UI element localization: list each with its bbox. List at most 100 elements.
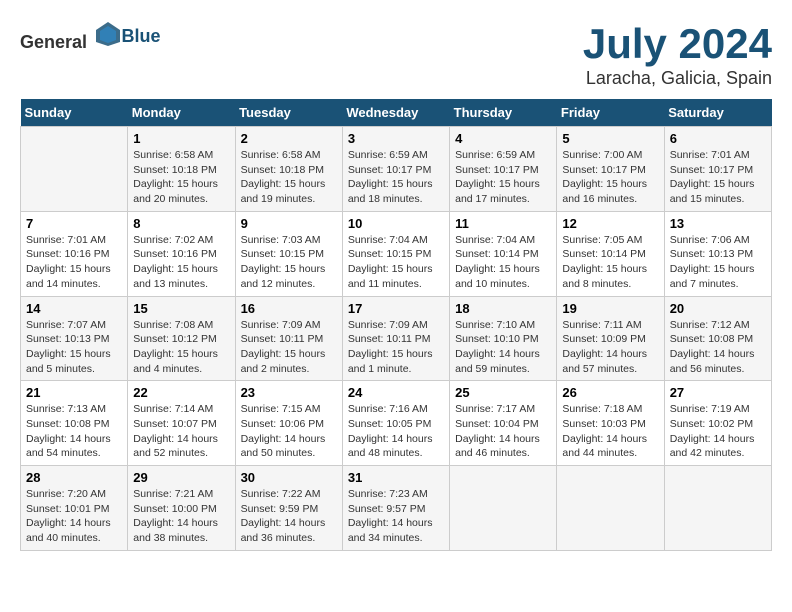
day-info: Sunrise: 7:13 AMSunset: 10:08 PMDaylight… <box>26 402 122 461</box>
day-info: Sunrise: 6:59 AMSunset: 10:17 PMDaylight… <box>455 148 551 207</box>
day-info: Sunrise: 7:23 AMSunset: 9:57 PMDaylight:… <box>348 487 444 546</box>
day-number: 7 <box>26 216 122 231</box>
calendar-cell <box>664 466 771 551</box>
main-title: July 2024 <box>583 20 772 68</box>
day-info: Sunrise: 7:22 AMSunset: 9:59 PMDaylight:… <box>241 487 337 546</box>
logo-general: General <box>20 32 87 52</box>
calendar-cell: 19 Sunrise: 7:11 AMSunset: 10:09 PMDaylig… <box>557 296 664 381</box>
day-info: Sunrise: 7:17 AMSunset: 10:04 PMDaylight… <box>455 402 551 461</box>
day-number: 25 <box>455 385 551 400</box>
day-number: 3 <box>348 131 444 146</box>
subtitle: Laracha, Galicia, Spain <box>583 68 772 89</box>
day-number: 22 <box>133 385 229 400</box>
calendar-cell: 27Sunrise: 7:19 AMSunset: 10:02 PMDaylig… <box>664 381 771 466</box>
calendar-cell: 9 Sunrise: 7:03 AMSunset: 10:15 PMDayligh… <box>235 211 342 296</box>
day-number: 13 <box>670 216 766 231</box>
calendar-cell: 28 Sunrise: 7:20 AMSunset: 10:01 PMDaylig… <box>21 466 128 551</box>
week-row-4: 21 Sunrise: 7:13 AMSunset: 10:08 PMDaylig… <box>21 381 772 466</box>
logo-blue: Blue <box>122 26 161 46</box>
day-info: Sunrise: 7:00 AMSunset: 10:17 PMDaylight… <box>562 148 658 207</box>
day-header-sunday: Sunday <box>21 99 128 127</box>
day-number: 29 <box>133 470 229 485</box>
day-info: Sunrise: 6:58 AMSunset: 10:18 PMDaylight… <box>133 148 229 207</box>
calendar-cell: 26 Sunrise: 7:18 AMSunset: 10:03 PMDaylig… <box>557 381 664 466</box>
day-info: Sunrise: 7:09 AMSunset: 10:11 PMDaylight… <box>241 318 337 377</box>
header: General Blue July 2024 Laracha, Galicia,… <box>20 20 772 89</box>
day-number: 15 <box>133 301 229 316</box>
calendar-cell: 14 Sunrise: 7:07 AMSunset: 10:13 PMDaylig… <box>21 296 128 381</box>
calendar-cell: 15 Sunrise: 7:08 AMSunset: 10:12 PMDaylig… <box>128 296 235 381</box>
calendar-cell: 4Sunrise: 6:59 AMSunset: 10:17 PMDayligh… <box>450 127 557 212</box>
day-number: 18 <box>455 301 551 316</box>
week-row-5: 28 Sunrise: 7:20 AMSunset: 10:01 PMDaylig… <box>21 466 772 551</box>
day-header-thursday: Thursday <box>450 99 557 127</box>
day-header-friday: Friday <box>557 99 664 127</box>
week-row-1: 1 Sunrise: 6:58 AMSunset: 10:18 PMDayligh… <box>21 127 772 212</box>
calendar-cell: 13 Sunrise: 7:06 AMSunset: 10:13 PMDaylig… <box>664 211 771 296</box>
week-row-2: 7 Sunrise: 7:01 AMSunset: 10:16 PMDayligh… <box>21 211 772 296</box>
day-info: Sunrise: 7:04 AMSunset: 10:15 PMDaylight… <box>348 233 444 292</box>
day-info: Sunrise: 7:20 AMSunset: 10:01 PMDaylight… <box>26 487 122 546</box>
calendar-cell: 11Sunrise: 7:04 AMSunset: 10:14 PMDaylig… <box>450 211 557 296</box>
day-info: Sunrise: 7:02 AMSunset: 10:16 PMDaylight… <box>133 233 229 292</box>
day-number: 2 <box>241 131 337 146</box>
day-info: Sunrise: 7:09 AMSunset: 10:11 PMDaylight… <box>348 318 444 377</box>
day-header-monday: Monday <box>128 99 235 127</box>
day-number: 10 <box>348 216 444 231</box>
calendar-cell: 24 Sunrise: 7:16 AMSunset: 10:05 PMDaylig… <box>342 381 449 466</box>
day-info: Sunrise: 7:18 AMSunset: 10:03 PMDaylight… <box>562 402 658 461</box>
calendar-cell: 1 Sunrise: 6:58 AMSunset: 10:18 PMDayligh… <box>128 127 235 212</box>
day-info: Sunrise: 6:59 AMSunset: 10:17 PMDaylight… <box>348 148 444 207</box>
day-number: 14 <box>26 301 122 316</box>
day-info: Sunrise: 7:07 AMSunset: 10:13 PMDaylight… <box>26 318 122 377</box>
calendar-cell: 29Sunrise: 7:21 AMSunset: 10:00 PMDaylig… <box>128 466 235 551</box>
calendar-cell: 30 Sunrise: 7:22 AMSunset: 9:59 PMDayligh… <box>235 466 342 551</box>
day-info: Sunrise: 7:19 AMSunset: 10:02 PMDaylight… <box>670 402 766 461</box>
calendar-cell: 18Sunrise: 7:10 AMSunset: 10:10 PMDaylig… <box>450 296 557 381</box>
calendar-cell: 6Sunrise: 7:01 AMSunset: 10:17 PMDayligh… <box>664 127 771 212</box>
calendar-cell: 20 Sunrise: 7:12 AMSunset: 10:08 PMDaylig… <box>664 296 771 381</box>
day-info: Sunrise: 7:16 AMSunset: 10:05 PMDaylight… <box>348 402 444 461</box>
calendar-cell: 10 Sunrise: 7:04 AMSunset: 10:15 PMDaylig… <box>342 211 449 296</box>
calendar-cell: 7 Sunrise: 7:01 AMSunset: 10:16 PMDayligh… <box>21 211 128 296</box>
day-info: Sunrise: 6:58 AMSunset: 10:18 PMDaylight… <box>241 148 337 207</box>
day-number: 28 <box>26 470 122 485</box>
day-number: 5 <box>562 131 658 146</box>
calendar-cell: 12 Sunrise: 7:05 AMSunset: 10:14 PMDaylig… <box>557 211 664 296</box>
day-info: Sunrise: 7:11 AMSunset: 10:09 PMDaylight… <box>562 318 658 377</box>
day-number: 24 <box>348 385 444 400</box>
day-number: 19 <box>562 301 658 316</box>
day-info: Sunrise: 7:06 AMSunset: 10:13 PMDaylight… <box>670 233 766 292</box>
day-number: 12 <box>562 216 658 231</box>
day-info: Sunrise: 7:01 AMSunset: 10:16 PMDaylight… <box>26 233 122 292</box>
day-info: Sunrise: 7:01 AMSunset: 10:17 PMDaylight… <box>670 148 766 207</box>
day-info: Sunrise: 7:08 AMSunset: 10:12 PMDaylight… <box>133 318 229 377</box>
title-area: July 2024 Laracha, Galicia, Spain <box>583 20 772 89</box>
calendar-cell: 2 Sunrise: 6:58 AMSunset: 10:18 PMDayligh… <box>235 127 342 212</box>
calendar-cell: 3 Sunrise: 6:59 AMSunset: 10:17 PMDayligh… <box>342 127 449 212</box>
calendar-cell: 22Sunrise: 7:14 AMSunset: 10:07 PMDaylig… <box>128 381 235 466</box>
day-info: Sunrise: 7:15 AMSunset: 10:06 PMDaylight… <box>241 402 337 461</box>
day-info: Sunrise: 7:03 AMSunset: 10:15 PMDaylight… <box>241 233 337 292</box>
calendar-cell: 21 Sunrise: 7:13 AMSunset: 10:08 PMDaylig… <box>21 381 128 466</box>
header-row: SundayMondayTuesdayWednesdayThursdayFrid… <box>21 99 772 127</box>
calendar-cell: 8 Sunrise: 7:02 AMSunset: 10:16 PMDayligh… <box>128 211 235 296</box>
day-info: Sunrise: 7:12 AMSunset: 10:08 PMDaylight… <box>670 318 766 377</box>
day-number: 16 <box>241 301 337 316</box>
calendar-cell: 25 Sunrise: 7:17 AMSunset: 10:04 PMDaylig… <box>450 381 557 466</box>
day-number: 1 <box>133 131 229 146</box>
day-info: Sunrise: 7:05 AMSunset: 10:14 PMDaylight… <box>562 233 658 292</box>
calendar-cell: 23Sunrise: 7:15 AMSunset: 10:06 PMDaylig… <box>235 381 342 466</box>
day-header-tuesday: Tuesday <box>235 99 342 127</box>
calendar-cell <box>450 466 557 551</box>
calendar-table: SundayMondayTuesdayWednesdayThursdayFrid… <box>20 99 772 551</box>
day-number: 8 <box>133 216 229 231</box>
day-number: 21 <box>26 385 122 400</box>
day-header-saturday: Saturday <box>664 99 771 127</box>
day-number: 20 <box>670 301 766 316</box>
day-number: 26 <box>562 385 658 400</box>
day-number: 11 <box>455 216 551 231</box>
logo-icon <box>94 20 122 48</box>
day-number: 30 <box>241 470 337 485</box>
day-number: 9 <box>241 216 337 231</box>
